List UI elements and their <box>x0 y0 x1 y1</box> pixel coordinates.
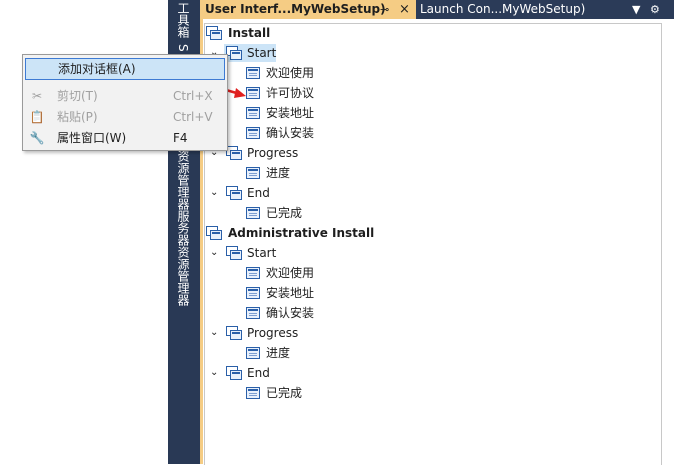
side-tab-server-explorer[interactable]: 服务器资源管理器 <box>175 210 191 306</box>
tree-item-license[interactable]: 许可协议 <box>266 83 314 103</box>
side-tab-s[interactable]: S <box>175 44 191 52</box>
tree-install[interactable]: Install <box>228 23 270 43</box>
tree-admin-progress[interactable]: Progress <box>247 323 298 343</box>
dialog-icon <box>246 287 260 299</box>
menu-item-add-dialog[interactable]: 添加对话框(A) <box>25 58 225 80</box>
dialog-icon <box>246 127 260 139</box>
admin-group-icon <box>206 226 222 240</box>
clipboard-icon: 📋 <box>29 110 45 124</box>
tree-item-install-address[interactable]: 安装地址 <box>266 103 314 123</box>
progress-folder-icon <box>226 146 242 160</box>
menu-item-label: 属性窗口(W) <box>57 131 127 145</box>
menu-item-cut[interactable]: ✂ 剪切(T) Ctrl+X <box>25 86 225 106</box>
end-folder-icon <box>226 366 242 380</box>
dialog-icon <box>246 307 260 319</box>
chevron-down-icon[interactable]: ⌄ <box>210 243 220 263</box>
tree-admin-start[interactable]: Start <box>247 243 276 263</box>
progress-folder-icon <box>226 326 242 340</box>
dialog-icon <box>246 107 260 119</box>
menu-item-label: 剪切(T) <box>57 89 98 103</box>
side-tab-toolbox[interactable]: 工具箱 <box>175 2 191 38</box>
scissors-icon: ✂ <box>31 89 43 103</box>
menu-item-label: 添加对话框(A) <box>58 62 136 76</box>
start-folder-icon <box>226 246 242 260</box>
context-menu: 添加对话框(A) ✂ 剪切(T) Ctrl+X 📋 粘贴(P) Ctrl+V 🔧… <box>22 54 228 151</box>
end-folder-icon <box>226 186 242 200</box>
dialog-icon <box>246 167 260 179</box>
tree-admin-end[interactable]: End <box>247 363 270 383</box>
menu-item-label: 粘贴(P) <box>57 110 98 124</box>
tree-item-finished[interactable]: 已完成 <box>266 203 302 223</box>
install-group-icon <box>206 26 222 40</box>
menu-item-shortcut: F4 <box>173 131 188 145</box>
tree-item-finished[interactable]: 已完成 <box>266 383 302 403</box>
tab-user-interface[interactable]: User Interf...MyWebSetup) ⊸ × <box>200 0 416 19</box>
menu-item-shortcut: Ctrl+V <box>173 110 213 124</box>
dialog-icon <box>246 207 260 219</box>
menu-item-shortcut: Ctrl+X <box>173 89 213 103</box>
tab-title: User Interf...MyWebSetup) <box>205 2 386 16</box>
tab-dropdown-icon[interactable]: ▼ <box>632 0 640 19</box>
menu-item-properties[interactable]: 🔧 属性窗口(W) F4 <box>25 128 225 148</box>
tree-install-end[interactable]: End <box>247 183 270 203</box>
tree-item-welcome[interactable]: 欢迎使用 <box>266 263 314 283</box>
tree-admin-install[interactable]: Administrative Install <box>228 223 374 243</box>
chevron-down-icon[interactable]: ⌄ <box>210 183 220 203</box>
start-folder-icon <box>226 46 242 60</box>
chevron-down-icon[interactable]: ⌄ <box>210 363 220 383</box>
chevron-down-icon[interactable]: ⌄ <box>210 323 220 343</box>
tree-item-install-address[interactable]: 安装地址 <box>266 283 314 303</box>
tree-install-start[interactable]: Start <box>247 43 276 63</box>
dialog-icon <box>246 347 260 359</box>
tree-item-progress[interactable]: 进度 <box>266 343 290 363</box>
dialog-icon <box>246 67 260 79</box>
tree-item-confirm[interactable]: 确认安装 <box>266 123 314 143</box>
close-icon[interactable]: × <box>399 0 410 19</box>
tab-launch-conditions[interactable]: Launch Con...MyWebSetup) <box>420 0 585 19</box>
side-tab-resource-explorer[interactable]: 资源管理器 <box>175 150 191 210</box>
dialog-icon <box>246 387 260 399</box>
tree-item-confirm[interactable]: 确认安装 <box>266 303 314 323</box>
pin-icon[interactable]: ⊸ <box>380 0 389 19</box>
menu-item-paste[interactable]: 📋 粘贴(P) Ctrl+V <box>25 107 225 127</box>
dialog-icon <box>246 267 260 279</box>
tree-install-progress[interactable]: Progress <box>247 143 298 163</box>
tree-item-welcome[interactable]: 欢迎使用 <box>266 63 314 83</box>
settings-icon[interactable]: ⚙ <box>650 0 660 19</box>
wrench-icon: 🔧 <box>29 131 45 145</box>
tree-item-progress[interactable]: 进度 <box>266 163 290 183</box>
